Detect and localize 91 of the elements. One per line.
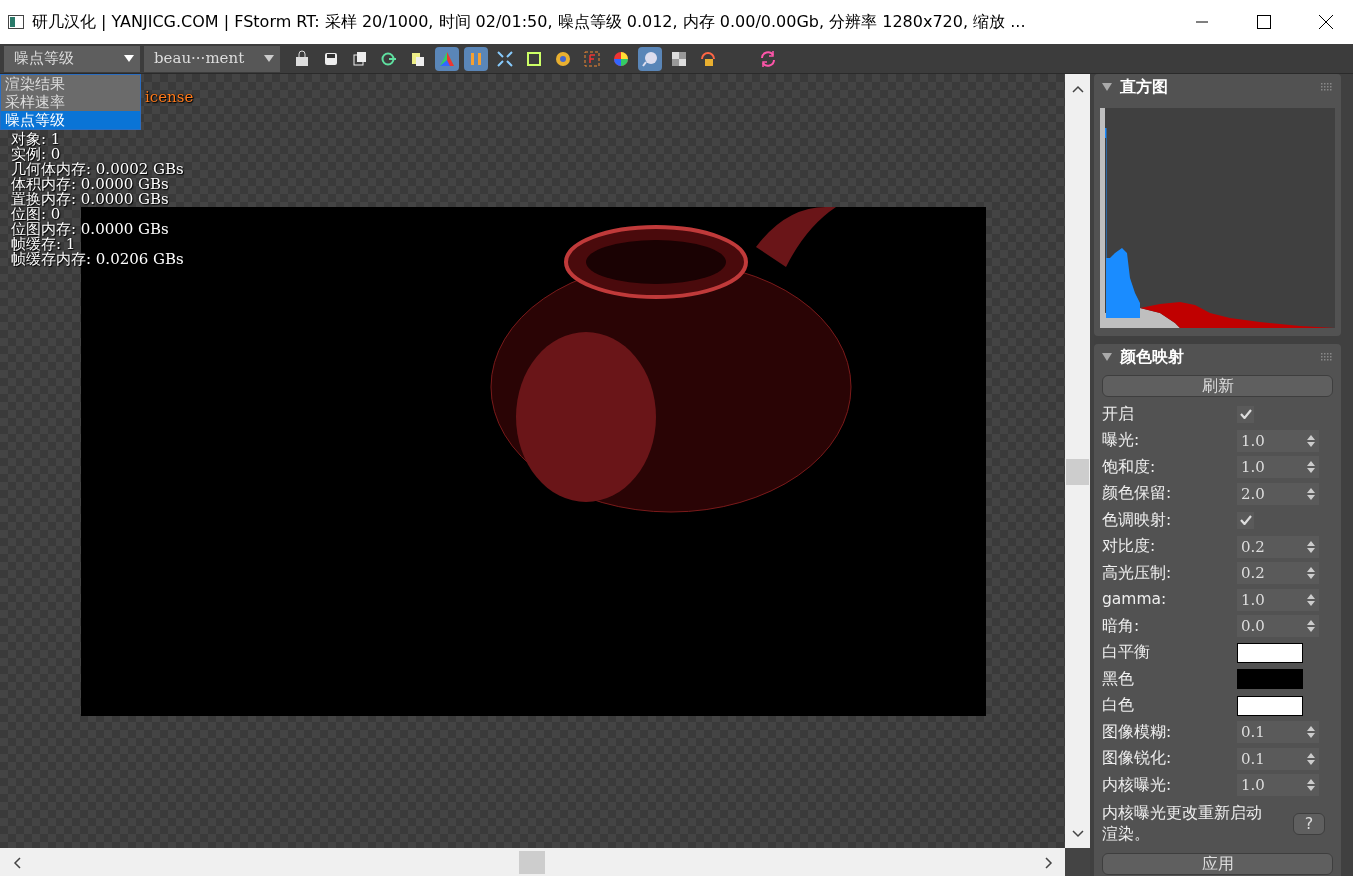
shrink-icon	[496, 49, 514, 68]
close-icon	[1319, 15, 1333, 29]
spin-field[interactable]: 2.0	[1237, 482, 1319, 505]
spinner-arrows-icon[interactable]	[1307, 486, 1315, 501]
section-title: 颜色映射	[1120, 346, 1185, 368]
spinner-arrows-icon[interactable]	[1307, 778, 1315, 793]
caret-icon	[1102, 353, 1112, 361]
field-label: 曝光:	[1102, 430, 1141, 452]
spinner-arrows-icon[interactable]	[1307, 725, 1315, 740]
copy-icon	[351, 49, 369, 68]
field-label: 白色	[1102, 695, 1135, 717]
menu-item[interactable]: 噪点等级	[1, 111, 140, 129]
app-icon	[8, 15, 24, 29]
target-icon	[554, 49, 572, 68]
stats-text: 帧缓存: 1	[11, 237, 76, 252]
spinner-arrows-icon[interactable]	[1307, 751, 1315, 766]
toolbar-button[interactable]	[435, 46, 459, 71]
color-swatch[interactable]	[1237, 642, 1303, 663]
field-label: 对比度:	[1102, 536, 1157, 558]
stats-text: 几何体内存: 0.0002 GBs	[11, 162, 184, 177]
field-label: 黑色	[1102, 668, 1135, 690]
apply-button[interactable]: 应用	[1102, 852, 1333, 875]
window-title: 研几汉化 | YANJICG.COM | FStorm RT: 采样 20/1000, 时间 02/01:50, 噪点等级 0.012, 内存 0.00/0.00Gb, 分辨率 1280x720, 缩放 ...	[32, 11, 1027, 33]
spin-field[interactable]: 0.2	[1237, 535, 1319, 558]
checker-icon	[670, 49, 688, 68]
maximize-icon	[1257, 15, 1271, 29]
section-title: 直方图	[1120, 76, 1169, 98]
help-button[interactable]: ?	[1293, 812, 1325, 835]
warning-text: icense	[145, 90, 194, 105]
stats-text: 置换内存: 0.0000 GBs	[11, 192, 169, 207]
color-swatch[interactable]	[1237, 695, 1303, 716]
field-label: 暗角:	[1102, 615, 1141, 637]
spinner-arrows-icon[interactable]	[1307, 460, 1315, 475]
field-label: 色调映射:	[1102, 509, 1173, 531]
color-swatch[interactable]	[1237, 669, 1303, 690]
scrollbar-thumb[interactable]	[1066, 459, 1089, 485]
stats-text: 体积内存: 0.0000 GBs	[11, 177, 169, 192]
dropdown[interactable]: beau···ment	[144, 45, 280, 72]
field-label: 白平衡	[1102, 642, 1151, 664]
note-text: 内核曝光更改重新启动渲染。	[1102, 802, 1263, 845]
field-label: 图像锐化:	[1102, 748, 1173, 770]
spin-field[interactable]: 0.1	[1237, 747, 1319, 770]
collapse-button[interactable]	[1102, 353, 1112, 361]
spin-field[interactable]: 1.0	[1237, 774, 1319, 797]
field-label: 饱和度:	[1102, 456, 1157, 478]
spinner-arrows-icon[interactable]	[1307, 539, 1315, 554]
spin-field[interactable]: 0.0	[1237, 615, 1319, 638]
spinner-arrows-icon[interactable]	[1307, 566, 1315, 581]
field-label: 颜色保留:	[1102, 483, 1173, 505]
field-label: 内核曝光:	[1102, 774, 1173, 796]
dropdown[interactable]: 噪点等级	[4, 45, 140, 72]
toolbar-button[interactable]	[638, 46, 662, 71]
menu-item[interactable]: 渲染结果	[1, 75, 140, 93]
stats-text: 帧缓存内存: 0.0206 GBs	[11, 252, 184, 267]
field-label: gamma:	[1102, 589, 1168, 611]
check-icon	[1239, 514, 1252, 525]
checkbox[interactable]	[1237, 511, 1254, 529]
field-label: 图像模糊:	[1102, 721, 1173, 743]
stats-text: 对象: 1	[11, 132, 61, 147]
spin-field[interactable]: 1.0	[1237, 588, 1319, 611]
lock-icon	[293, 49, 311, 68]
field-label: 开启	[1102, 403, 1135, 425]
stats-text: 位图内存: 0.0000 GBs	[11, 222, 169, 237]
refresh-icon	[759, 49, 777, 68]
region-icon	[583, 49, 601, 68]
refresh-button[interactable]: 刷新	[1102, 375, 1333, 397]
toolbar-button[interactable]	[464, 46, 488, 71]
spin-field[interactable]: 1.0	[1237, 456, 1319, 479]
zoom-icon	[641, 49, 659, 68]
check-icon	[1239, 408, 1252, 419]
spin-field[interactable]: 1.0	[1237, 429, 1319, 452]
lock-refresh-icon	[699, 49, 717, 68]
stats-text: 实例: 0	[11, 147, 61, 162]
caret-icon	[124, 55, 134, 62]
spinner-arrows-icon[interactable]	[1307, 592, 1315, 607]
spin-field[interactable]: 0.2	[1237, 562, 1319, 585]
stats-text: 位图: 0	[11, 207, 61, 222]
grip-icon[interactable]	[1321, 352, 1333, 362]
caret-icon	[1102, 83, 1112, 91]
menu-item[interactable]: 采样速率	[1, 93, 140, 111]
checkbox[interactable]	[1237, 405, 1254, 423]
color-wheel-icon	[612, 49, 630, 68]
field-label: 高光压制:	[1102, 562, 1173, 584]
grip-icon[interactable]	[1321, 82, 1333, 92]
collapse-button[interactable]	[1102, 83, 1112, 91]
spinner-arrows-icon[interactable]	[1307, 433, 1315, 448]
scrollbar-thumb[interactable]	[519, 850, 545, 874]
caret-icon	[264, 55, 274, 62]
spin-field[interactable]: 0.1	[1237, 721, 1319, 744]
spinner-arrows-icon[interactable]	[1307, 619, 1315, 634]
frame-icon	[525, 49, 543, 68]
